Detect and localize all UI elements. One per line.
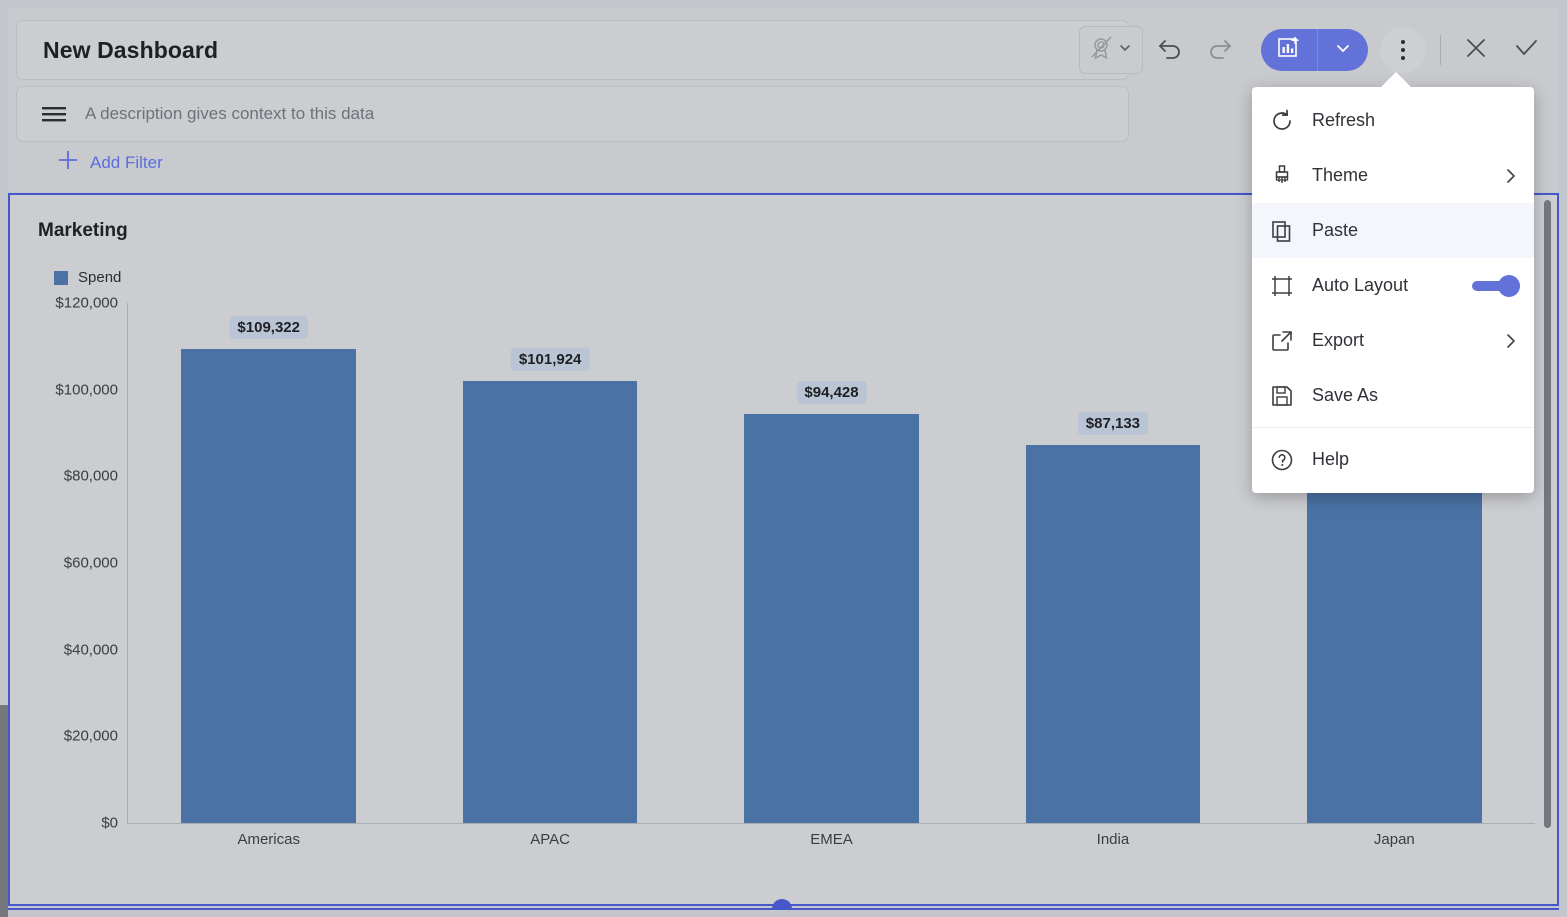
add-chart-button[interactable]: [1261, 29, 1318, 71]
y-axis-tick-label: $40,000: [63, 641, 118, 659]
redo-icon: [1205, 33, 1235, 68]
description-placeholder: A description gives context to this data: [85, 104, 375, 123]
x-axis-tick-label: India: [1096, 831, 1130, 848]
x-axis-tick-label: EMEA: [810, 831, 853, 848]
add-chart-icon: [1276, 35, 1302, 66]
editor-toolbar: [1079, 22, 1549, 78]
certification-dropdown-button[interactable]: [1079, 26, 1143, 74]
y-axis-tick-label: $100,000: [55, 381, 118, 399]
menu-item-refresh[interactable]: Refresh: [1252, 93, 1534, 148]
bar-slot[interactable]: $87,133: [972, 303, 1253, 823]
auto-layout-toggle[interactable]: [1472, 274, 1520, 297]
refresh-icon: [1270, 109, 1304, 133]
menu-item-label: Help: [1312, 449, 1350, 469]
more-options-menu: Refresh Theme Paste Auto Layout Export Save A…: [1252, 87, 1534, 493]
help-circle-icon: [1270, 448, 1304, 472]
menu-item-label: Paste: [1312, 220, 1359, 240]
legend-swatch-spend: [54, 270, 68, 285]
vertical-scrollbar[interactable]: [1544, 200, 1551, 828]
x-axis-tick-label: APAC: [530, 831, 570, 848]
checkmark-icon: [1511, 33, 1541, 68]
x-axis-labels: Americas APAC EMEA India Japan: [128, 831, 1535, 848]
y-axis-tick-label: $0: [101, 814, 118, 832]
bar-value-label: $87,133: [1077, 412, 1149, 436]
app-root: New Dashboard A description gives contex…: [0, 0, 1567, 917]
undo-button[interactable]: [1147, 27, 1193, 73]
plus-icon: [56, 148, 80, 177]
add-chart-button-group[interactable]: [1261, 29, 1368, 71]
add-chart-dropdown-caret[interactable]: [1318, 29, 1368, 71]
bar-japan[interactable]: [1307, 472, 1482, 823]
add-filter-label: Add Filter: [90, 152, 163, 172]
bar-slot[interactable]: $109,322: [128, 303, 409, 823]
redo-button[interactable]: [1197, 27, 1243, 73]
y-axis: $0 $20,000 $40,000 $60,000 $80,000 $100,000 $1…: [40, 295, 126, 832]
chevron-down-icon: [1333, 38, 1353, 63]
legend-label-spend: Spend: [78, 269, 122, 286]
menu-item-export[interactable]: Export: [1252, 313, 1534, 368]
chevron-right-icon: [1502, 332, 1520, 350]
dashboard-title-input[interactable]: New Dashboard: [16, 20, 1129, 80]
bar-value-label: $94,428: [796, 380, 867, 404]
menu-item-help[interactable]: Help: [1252, 432, 1534, 487]
menu-item-save-as[interactable]: Save As: [1252, 368, 1534, 423]
y-axis-tick-label: $80,000: [63, 467, 118, 485]
bar-emea[interactable]: [744, 413, 919, 823]
more-options-button[interactable]: [1380, 27, 1426, 73]
confirm-button[interactable]: [1503, 27, 1549, 73]
menu-pointer-caret: [1380, 72, 1412, 88]
paste-copy-icon: [1270, 219, 1304, 243]
save-floppy-icon: [1270, 384, 1304, 408]
menu-item-label: Export: [1312, 330, 1365, 350]
page-title: New Dashboard: [43, 36, 219, 63]
auto-layout-icon: [1270, 274, 1304, 298]
close-button[interactable]: [1453, 27, 1499, 73]
bar-slot[interactable]: $94,428: [691, 303, 972, 823]
menu-item-paste[interactable]: Paste: [1252, 203, 1534, 258]
add-filter-button[interactable]: Add Filter: [56, 148, 163, 177]
y-axis-tick-label: $60,000: [63, 554, 118, 572]
menu-item-theme[interactable]: Theme: [1252, 148, 1534, 203]
kebab-menu-icon: [1401, 38, 1405, 62]
menu-item-label: Theme: [1312, 165, 1369, 185]
x-axis-tick-label: Japan: [1373, 831, 1415, 848]
menu-separator: [1252, 427, 1534, 428]
bar-slot[interactable]: $101,924: [409, 303, 690, 823]
close-x-icon: [1462, 34, 1490, 67]
lines-list-icon: [41, 104, 67, 124]
menu-item-label: Auto Layout: [1312, 275, 1409, 295]
undo-icon: [1155, 33, 1185, 68]
external-link-icon: [1270, 329, 1304, 353]
dashboard-description-input[interactable]: A description gives context to this data: [16, 86, 1129, 142]
chevron-down-icon: [1118, 41, 1132, 60]
y-axis-tick-label: $120,000: [55, 294, 118, 312]
chart-legend[interactable]: Spend: [54, 269, 121, 286]
bar-apac[interactable]: [462, 381, 638, 823]
y-axis-tick-label: $20,000: [63, 727, 118, 745]
menu-item-label: Save As: [1312, 385, 1379, 405]
paintbrush-icon: [1270, 164, 1304, 188]
menu-item-auto-layout[interactable]: Auto Layout: [1252, 258, 1534, 313]
toolbar-divider: [1440, 35, 1441, 65]
chevron-right-icon: [1502, 167, 1520, 185]
left-scrollbar-stub[interactable]: [0, 705, 8, 917]
bar-india[interactable]: [1025, 445, 1201, 823]
bar-americas[interactable]: [181, 349, 356, 823]
bar-value-label: $109,322: [229, 316, 308, 340]
bar-value-label: $101,924: [510, 348, 590, 372]
menu-item-label: Refresh: [1312, 110, 1376, 130]
x-axis-tick-label: Americas: [237, 831, 300, 848]
not-certified-badge-icon: [1090, 35, 1116, 66]
x-axis-line: [127, 823, 1535, 824]
chart-title: Marketing: [38, 220, 128, 241]
